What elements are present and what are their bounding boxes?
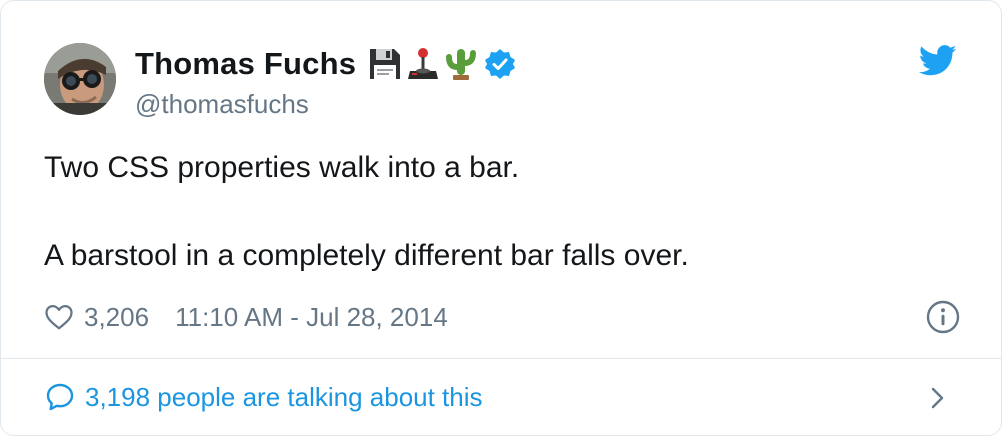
heart-icon[interactable]	[44, 302, 74, 332]
tweet-card: Thomas Fuchs @thomasfuchs Two CSS proper…	[0, 0, 1002, 436]
chevron-right-icon[interactable]	[925, 384, 949, 412]
avatar-image	[44, 43, 116, 115]
author-display-name[interactable]: Thomas Fuchs	[135, 46, 356, 82]
tweet-text: Two CSS properties walk into a bar. A ba…	[44, 146, 944, 278]
cactus-icon	[446, 49, 477, 80]
tweet-line: Two CSS properties walk into a bar.	[44, 151, 520, 184]
tweet-timestamp[interactable]: 11:10 AM - Jul 28, 2014	[175, 302, 448, 333]
speech-bubble-icon	[46, 383, 74, 411]
tweet-line: A barstool in a completely different bar…	[44, 239, 689, 272]
like-count[interactable]: 3,206	[84, 302, 149, 333]
divider	[1, 358, 1001, 359]
conversation-link-text[interactable]: 3,198 people are talking about this	[85, 382, 483, 413]
floppy-disk-icon	[370, 49, 401, 79]
display-name-row: Thomas Fuchs	[135, 45, 516, 83]
name-emojis	[368, 47, 478, 81]
author-handle[interactable]: @thomasfuchs	[135, 89, 516, 120]
joystick-icon	[408, 48, 439, 79]
tweet-header: Thomas Fuchs @thomasfuchs	[44, 43, 961, 120]
conversation-link[interactable]: 3,198 people are talking about this	[44, 375, 961, 419]
twitter-bird-icon[interactable]	[919, 45, 957, 77]
info-icon[interactable]	[925, 299, 961, 335]
verified-badge-icon	[485, 49, 516, 79]
avatar[interactable]	[44, 43, 116, 115]
author-names: Thomas Fuchs @thomasfuchs	[135, 45, 516, 120]
tweet-meta: 3,206 11:10 AM - Jul 28, 2014	[44, 297, 961, 337]
